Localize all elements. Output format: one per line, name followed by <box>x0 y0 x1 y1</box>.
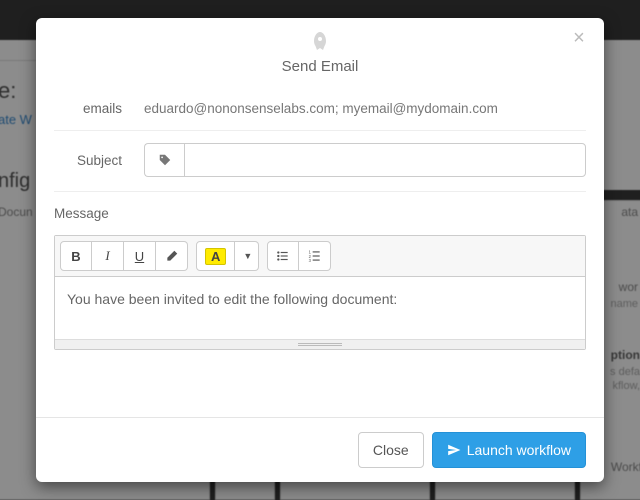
ordered-list-button[interactable]: 123 <box>299 241 331 271</box>
subject-input[interactable] <box>184 143 586 177</box>
subject-label: Subject <box>54 153 144 168</box>
modal-title: Send Email <box>54 58 586 75</box>
highlight-color-button[interactable]: A <box>196 241 235 271</box>
message-label: Message <box>54 206 586 221</box>
chevron-down-icon: ▼ <box>243 251 252 261</box>
eraser-icon <box>165 249 179 263</box>
launch-workflow-button[interactable]: Launch workflow <box>432 432 586 468</box>
message-textarea[interactable]: You have been invited to edit the follow… <box>55 277 585 339</box>
editor-toolbar: B I U A ▼ <box>55 236 585 277</box>
editor-resize-handle[interactable] <box>55 339 585 349</box>
subject-row: Subject <box>54 131 586 192</box>
close-button-label: Close <box>373 442 409 458</box>
close-icon[interactable]: × <box>568 28 590 50</box>
clear-format-button[interactable] <box>156 241 188 271</box>
close-button[interactable]: Close <box>358 432 424 468</box>
message-section: Message B I U A ▼ <box>54 192 586 350</box>
send-email-modal: × Send Email emails eduardo@nononsensela… <box>36 18 604 482</box>
launch-button-label: Launch workflow <box>467 442 571 458</box>
italic-button[interactable]: I <box>92 241 124 271</box>
rocket-icon <box>308 30 332 54</box>
modal-footer: Close Launch workflow <box>36 417 604 482</box>
highlight-color-dropdown[interactable]: ▼ <box>235 241 259 271</box>
rich-text-editor: B I U A ▼ <box>54 235 586 350</box>
paper-plane-icon <box>447 443 461 457</box>
modal-body: emails eduardo@nononsenselabs.com; myema… <box>36 83 604 417</box>
subject-tag-button[interactable] <box>144 143 184 177</box>
list-ul-icon <box>276 249 290 263</box>
modal-header: × Send Email <box>36 18 604 83</box>
emails-value: eduardo@nononsenselabs.com; myemail@mydo… <box>144 101 586 116</box>
emails-label: emails <box>54 101 144 116</box>
tag-icon <box>158 153 172 167</box>
underline-button[interactable]: U <box>124 241 156 271</box>
svg-text:3: 3 <box>308 258 311 263</box>
emails-row: emails eduardo@nononsenselabs.com; myema… <box>54 89 586 131</box>
list-ol-icon: 123 <box>308 249 322 263</box>
bold-button[interactable]: B <box>60 241 92 271</box>
unordered-list-button[interactable] <box>267 241 299 271</box>
